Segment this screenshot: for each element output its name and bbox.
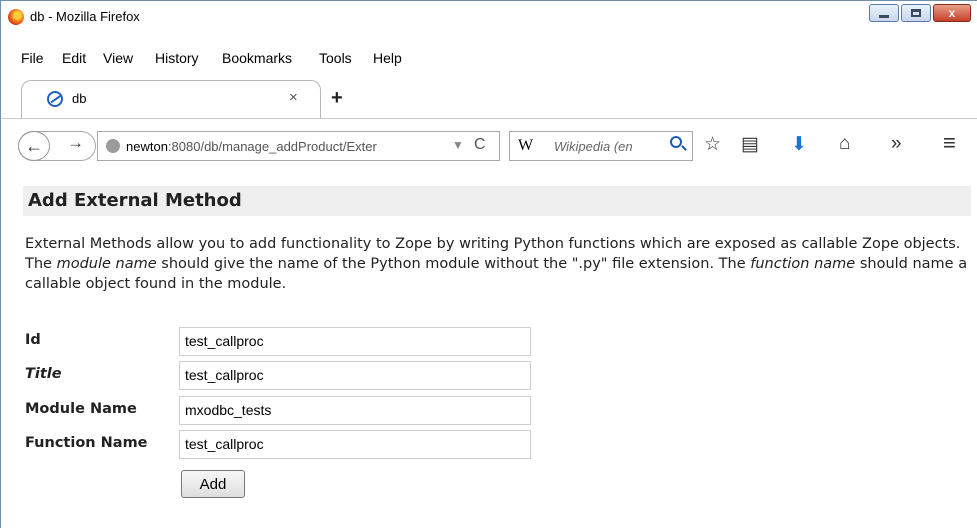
minimize-icon	[879, 14, 889, 18]
navigation-toolbar: ← → newton:8080/db/manage_addProduct/Ext…	[0, 118, 977, 172]
new-tab-button[interactable]: +	[331, 87, 343, 110]
page-title: Add External Method	[23, 186, 971, 216]
desc-module-name: module name	[56, 256, 157, 272]
function-name-label: Function Name	[25, 435, 148, 451]
module-name-label: Module Name	[25, 401, 137, 417]
menu-bookmarks[interactable]: Bookmarks	[222, 50, 292, 66]
search-input[interactable]: Wikipedia (en	[554, 139, 633, 154]
id-field[interactable]: test_callproc	[179, 327, 531, 356]
url-host: newton	[126, 139, 168, 154]
tab-close-icon[interactable]: ×	[289, 89, 298, 106]
menu-history[interactable]: History	[155, 50, 199, 66]
firefox-logo-icon	[8, 9, 24, 25]
function-name-field[interactable]: test_callproc	[179, 430, 531, 459]
back-button[interactable]: ←	[18, 131, 50, 161]
close-window-button[interactable]: x	[933, 4, 971, 22]
menu-file[interactable]: File	[21, 50, 44, 66]
title-field[interactable]: test_callproc	[179, 361, 531, 390]
window-title: db - Mozilla Firefox	[30, 9, 140, 24]
search-icon[interactable]	[670, 136, 682, 148]
overflow-icon[interactable]: »	[891, 133, 902, 155]
module-name-field[interactable]: mxodbc_tests	[179, 396, 531, 425]
close-icon: x	[948, 6, 956, 20]
maximize-button[interactable]	[901, 4, 931, 22]
url-bar[interactable]: newton:8080/db/manage_addProduct/Exter ▼…	[97, 131, 500, 161]
globe-icon	[106, 139, 120, 153]
maximize-icon	[911, 9, 921, 17]
reload-icon[interactable]: C	[474, 136, 486, 154]
hamburger-menu-icon[interactable]: ≡	[943, 130, 956, 156]
menu-tools[interactable]: Tools	[319, 50, 352, 66]
zope-favicon-icon	[47, 91, 63, 107]
page-description: External Methods allow you to add functi…	[25, 234, 973, 294]
bookmark-star-icon[interactable]: ☆	[704, 133, 721, 156]
window-titlebar: db - Mozilla Firefox x	[0, 0, 977, 46]
home-icon[interactable]: ⌂	[839, 133, 850, 155]
menu-view[interactable]: View	[103, 50, 133, 66]
library-icon[interactable]: ▤	[741, 133, 759, 156]
title-label: Title	[25, 366, 62, 382]
search-bar[interactable]: W Wikipedia (en	[509, 131, 693, 161]
menu-edit[interactable]: Edit	[62, 50, 86, 66]
menu-help[interactable]: Help	[373, 50, 402, 66]
tab-strip: db × +	[0, 72, 977, 120]
add-button[interactable]: Add	[181, 470, 245, 498]
tab-db[interactable]: db ×	[21, 80, 321, 120]
page-content: Add External Method External Methods all…	[0, 172, 977, 528]
forward-button[interactable]: →	[67, 133, 84, 153]
url-text: newton:8080/db/manage_addProduct/Exter	[126, 139, 377, 154]
wikipedia-engine-icon[interactable]: W	[518, 137, 533, 155]
minimize-button[interactable]	[869, 4, 899, 22]
tab-label: db	[72, 91, 87, 106]
url-history-dropdown-icon[interactable]: ▼	[452, 138, 464, 152]
menu-bar: File Edit View History Bookmarks Tools H…	[0, 46, 977, 72]
url-path: :8080/db/manage_addProduct/Exter	[167, 139, 377, 154]
download-icon[interactable]: ⬇	[791, 133, 807, 156]
id-label: Id	[25, 332, 41, 348]
desc-function-name: function name	[750, 256, 856, 272]
desc-part-2: should give the name of the Python modul…	[156, 256, 751, 272]
window-controls: x	[869, 4, 971, 22]
